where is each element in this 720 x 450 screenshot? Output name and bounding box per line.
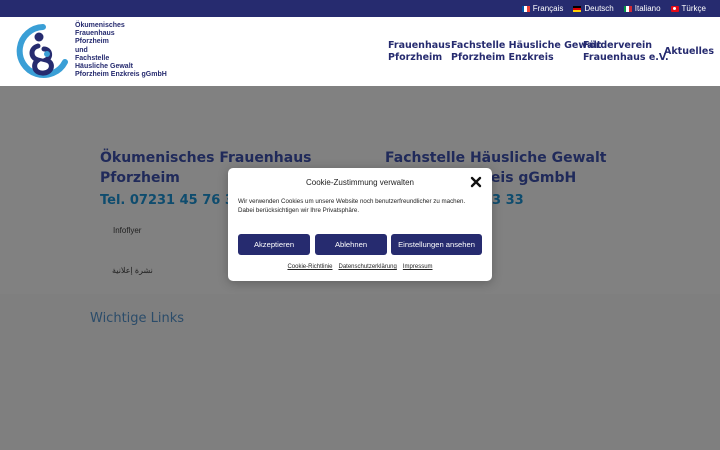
lang-label: Türkçe [681, 4, 706, 13]
lang-label: Deutsch [584, 4, 614, 13]
flag-italy-icon [623, 5, 632, 12]
close-icon[interactable] [470, 176, 482, 188]
nav-item-aktuelles[interactable]: Aktuelles [664, 46, 714, 58]
lang-german[interactable]: Deutsch [573, 4, 614, 13]
lang-label: Français [532, 4, 564, 13]
nav-item-frauenhaus[interactable]: Frauenhaus Pforzheim [388, 40, 451, 64]
infoflyer-arabic-link[interactable]: نشرة إعلانية [112, 266, 153, 275]
fachstelle-phone[interactable]: 3 33 [492, 193, 524, 208]
frauenhaus-phone[interactable]: Tel. 07231 45 76 30 [100, 193, 243, 208]
language-bar: Français Deutsch Italiano Türkçe [0, 0, 720, 17]
flag-turkey-icon [670, 5, 679, 12]
cookie-policy-link[interactable]: Cookie-Richtlinie [287, 264, 332, 270]
privacy-policy-link[interactable]: Datenschutzerklärung [338, 264, 396, 270]
cookie-dialog-links: Cookie-Richtlinie Datenschutzerklärung I… [228, 264, 492, 270]
wichtige-links-heading: Wichtige Links [90, 311, 185, 326]
lang-italian[interactable]: Italiano [623, 4, 661, 13]
cookie-consent-dialog: Cookie-Zustimmung verwalten Wir verwende… [228, 168, 492, 281]
accept-button[interactable]: Akzeptieren [238, 234, 310, 255]
lang-french[interactable]: Français [521, 4, 564, 13]
nav-item-fachstelle[interactable]: Fachstelle Häusliche Gewalt Pforzheim En… [451, 40, 601, 64]
nav-item-foerderverein[interactable]: Förderverein Frauenhaus e.V. [583, 40, 669, 64]
cookie-dialog-text: Wir verwenden Cookies um unsere Website … [238, 198, 466, 214]
decline-button[interactable]: Ablehnen [315, 234, 387, 255]
infoflyer-link[interactable]: Infoflyer [113, 226, 141, 235]
cookie-dialog-title: Cookie-Zustimmung verwalten [305, 178, 415, 187]
site-header: Ökumenisches Frauenhaus Pforzheim und Fa… [0, 17, 720, 86]
imprint-link[interactable]: Impressum [403, 264, 433, 270]
lang-turkish[interactable]: Türkçe [670, 4, 706, 13]
links-section: Wichtige Links [0, 294, 720, 450]
settings-button[interactable]: Einstellungen ansehen [391, 234, 482, 255]
lang-label: Italiano [634, 4, 661, 13]
main-nav: Frauenhaus Pforzheim Fachstelle Häuslich… [0, 40, 720, 70]
flag-germany-icon [573, 5, 582, 12]
flag-france-icon [521, 5, 530, 12]
